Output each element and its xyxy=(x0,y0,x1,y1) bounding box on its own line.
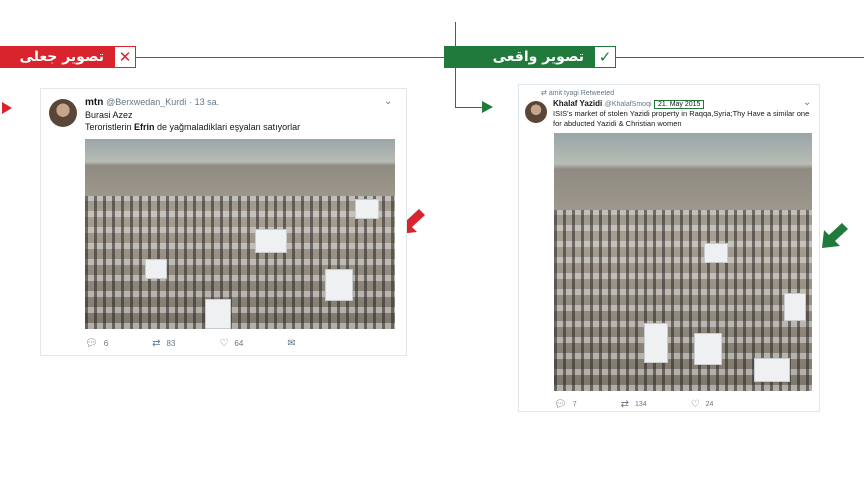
photo-box xyxy=(205,299,231,329)
retweet-icon: ⇄ xyxy=(620,399,629,410)
tweet-header: Khalaf Yazidi @KhalafSmoqi 21. May 2015 xyxy=(553,98,705,109)
real-label-text: تصویر واقعی xyxy=(492,49,584,65)
green-pointer-arrow-icon xyxy=(822,223,848,248)
green-arrow-small-icon xyxy=(482,101,493,113)
author-handle[interactable]: @KhalafSmoqi xyxy=(605,101,652,108)
message-action[interactable]: ✉ xyxy=(287,338,301,349)
like-count: 24 xyxy=(705,401,714,408)
red-arrow-left-icon xyxy=(2,102,12,114)
chevron-down-icon[interactable]: ⌄ xyxy=(803,97,811,108)
fake-label-text: تصویر جعلی xyxy=(19,49,104,65)
photo-box xyxy=(255,229,287,253)
reply-action[interactable]: 💬︎ 7 xyxy=(554,399,599,410)
like-action[interactable]: ♡ 64 xyxy=(219,338,265,349)
tweet-date[interactable]: 21. May 2015 xyxy=(654,100,705,109)
tweet-photo[interactable] xyxy=(554,133,812,391)
tweet-text: ISIS's market of stolen Yazidi property … xyxy=(553,109,810,128)
retweet-icon: ⇄ xyxy=(152,338,161,349)
tweet-line-1: Burasi Azez xyxy=(85,110,133,120)
retweet-action[interactable]: ⇄ 83 xyxy=(152,338,197,349)
connector-line-horizontal xyxy=(455,107,485,108)
tweet-header: mtn @Berxwedan_Kurdi · 13 sa. xyxy=(85,97,219,108)
reply-count: 6 xyxy=(103,339,109,348)
connector-line xyxy=(455,22,456,108)
photo-box xyxy=(355,199,379,219)
photo-box xyxy=(754,358,790,382)
fake-image-label: تصویر جعلی ✕ xyxy=(0,46,136,68)
author-handle[interactable]: @Berxwedan_Kurdi xyxy=(106,97,186,107)
like-count: 64 xyxy=(234,339,244,348)
reply-icon: 💬︎ xyxy=(85,338,98,349)
heart-icon: ♡ xyxy=(219,338,229,349)
photo-box xyxy=(644,323,668,363)
retweeted-by: ⇄ amit tyagi Retweeted xyxy=(541,89,614,97)
reply-count: 7 xyxy=(572,401,577,408)
photo-box xyxy=(784,293,806,321)
like-action[interactable]: ♡ 24 xyxy=(691,399,736,410)
check-icon: ✓ xyxy=(595,47,615,67)
tweet-line-2-end: de yağmaladiklari eşyalan satıyorlar xyxy=(154,122,301,132)
tweet-line-2: Teroristlerin Efrin de yağmaladiklari eş… xyxy=(85,121,395,133)
retweeted-by-text[interactable]: amit tyagi Retweeted xyxy=(549,90,614,97)
tweet-actions: 💬︎ 7 ⇄ 134 ♡ 24 xyxy=(554,399,757,410)
photo-crowd xyxy=(85,196,395,329)
reply-icon: 💬︎ xyxy=(554,399,567,410)
real-tweet-card[interactable]: ⇄ amit tyagi Retweeted Khalaf Yazidi @Kh… xyxy=(518,84,820,412)
photo-box xyxy=(145,259,167,279)
heart-icon: ♡ xyxy=(690,399,700,410)
retweet-small-icon: ⇄ xyxy=(541,90,547,97)
real-image-label: تصویر واقعی ✓ xyxy=(444,46,616,68)
retweet-count: 83 xyxy=(166,339,176,348)
envelope-icon: ✉ xyxy=(287,338,296,349)
tweet-line-2-start: Teroristlerin xyxy=(85,122,135,132)
tweet-text: Burasi Azez Teroristlerin Efrin de yağma… xyxy=(85,109,395,133)
reply-action[interactable]: 💬︎ 6 xyxy=(85,338,130,349)
photo-box xyxy=(325,269,353,301)
tweet-photo[interactable] xyxy=(85,139,395,329)
tweet-actions: 💬︎ 6 ⇄ 83 ♡ 64 ✉ xyxy=(85,338,324,349)
avatar[interactable] xyxy=(49,99,77,127)
fake-tweet-card[interactable]: mtn @Berxwedan_Kurdi · 13 sa. ⌄ Burasi A… xyxy=(40,88,407,356)
retweet-action[interactable]: ⇄ 134 xyxy=(621,399,669,410)
photo-box xyxy=(694,333,722,365)
retweet-count: 134 xyxy=(635,401,647,408)
author-name[interactable]: Khalaf Yazidi xyxy=(553,99,602,108)
author-name[interactable]: mtn xyxy=(85,97,103,108)
tweet-line-2-bold: Efrin xyxy=(134,122,155,132)
avatar[interactable] xyxy=(525,101,547,123)
chevron-down-icon[interactable]: ⌄ xyxy=(384,96,392,107)
photo-box xyxy=(704,243,728,263)
tweet-time[interactable]: · 13 sa. xyxy=(189,97,219,107)
cross-icon: ✕ xyxy=(115,47,135,67)
